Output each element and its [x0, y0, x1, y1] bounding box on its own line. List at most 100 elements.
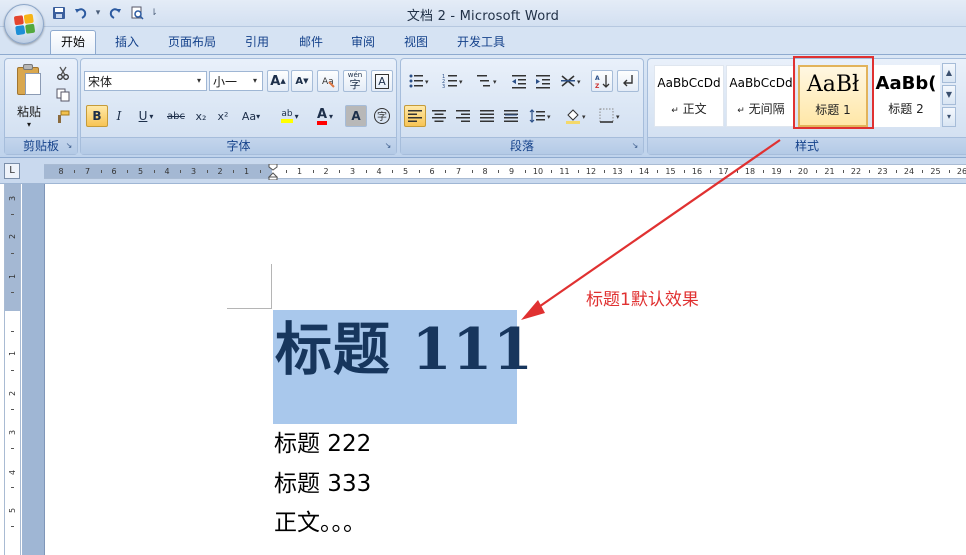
- paste-button[interactable]: 粘贴 ▾: [9, 61, 49, 135]
- shrink-font-label: A: [295, 75, 304, 87]
- change-case-button[interactable]: Aa ▾: [235, 105, 267, 127]
- align-center-icon: [432, 110, 446, 122]
- ruler-number: 15: [665, 167, 676, 176]
- ruler-tick: [100, 170, 102, 173]
- tab-page-layout[interactable]: 页面布局: [157, 30, 227, 54]
- align-left-icon: [408, 110, 422, 122]
- shading-button[interactable]: ▾: [561, 105, 593, 127]
- underline-button[interactable]: U ▾: [131, 105, 161, 127]
- tab-view[interactable]: 视图: [393, 30, 439, 54]
- ruler-tick: [948, 170, 950, 173]
- gallery-scroll-down-icon[interactable]: ▼: [942, 85, 956, 105]
- ruler-number: 26: [956, 167, 966, 176]
- style-heading-2[interactable]: AaBb( 标题 2: [872, 65, 940, 127]
- sort-button[interactable]: AZ: [591, 70, 613, 92]
- body-line-3[interactable]: 标题 333: [274, 469, 371, 499]
- ruler-tick: [206, 170, 208, 173]
- ruler-number: 3: [190, 167, 197, 176]
- gallery-more-icon[interactable]: ▾: [942, 107, 956, 127]
- bold-label: B: [92, 109, 102, 123]
- superscript-button[interactable]: x²: [213, 105, 233, 127]
- subscript-button[interactable]: x₂: [191, 105, 211, 127]
- strikethrough-button[interactable]: abc: [163, 105, 189, 127]
- multilevel-list-button[interactable]: ▾: [472, 70, 504, 92]
- font-name-combo[interactable]: 宋体 ▾: [84, 71, 207, 91]
- ruler-number: 7: [84, 167, 91, 176]
- decrease-indent-icon: [512, 75, 526, 89]
- borders-button[interactable]: ▾: [595, 105, 627, 127]
- clear-format-button[interactable]: Aa: [317, 70, 339, 92]
- justify-icon: [480, 110, 494, 122]
- font-color-button[interactable]: A ▾: [309, 105, 341, 127]
- ruler-tick: [418, 170, 420, 173]
- distributed-button[interactable]: [500, 105, 522, 127]
- chinese-layout-icon: ▾: [561, 75, 581, 87]
- style-no-spacing[interactable]: AaBbCcDd ↵ 无间隔: [726, 65, 796, 127]
- svg-text:3: 3: [442, 84, 445, 89]
- tab-references[interactable]: 引用: [234, 30, 280, 54]
- tab-review[interactable]: 审阅: [340, 30, 386, 54]
- tab-mailings[interactable]: 邮件: [288, 30, 334, 54]
- office-button[interactable]: [4, 4, 44, 44]
- styles-group-label: 样式: [648, 137, 966, 154]
- align-left-button[interactable]: [404, 105, 426, 127]
- line-spacing-button[interactable]: ▾: [526, 105, 556, 127]
- shrink-font-button[interactable]: A ▼: [291, 70, 313, 92]
- increase-indent-button[interactable]: [532, 70, 554, 92]
- underline-label: U: [138, 109, 148, 123]
- align-center-button[interactable]: [428, 105, 450, 127]
- show-marks-button[interactable]: [617, 70, 639, 92]
- bold-button[interactable]: B: [86, 105, 108, 127]
- gallery-scroll-up-icon[interactable]: ▲: [942, 63, 956, 83]
- tab-selector-icon[interactable]: L: [4, 163, 20, 179]
- chinese-layout-button[interactable]: ▾: [556, 70, 588, 92]
- italic-button[interactable]: I: [109, 105, 129, 127]
- font-size-combo[interactable]: 小一 ▾: [209, 71, 263, 91]
- paragraph-launcher-icon[interactable]: ↘: [630, 141, 640, 151]
- bullets-button[interactable]: ▾: [404, 70, 436, 92]
- svg-text:▾: ▾: [577, 78, 581, 86]
- style-no-spacing-name: 无间隔: [748, 102, 785, 116]
- ruler-number: 24: [903, 167, 915, 176]
- body-line-2[interactable]: 标题 222: [274, 429, 371, 459]
- format-painter-icon[interactable]: [53, 107, 73, 127]
- char-border-button[interactable]: A: [371, 70, 393, 92]
- ruler-number: 4: [164, 167, 170, 176]
- clipboard-launcher-icon[interactable]: ↘: [64, 141, 74, 151]
- vertical-ruler[interactable]: 3 2 1 1 2 3 4 5: [4, 184, 21, 555]
- char-shading-button[interactable]: A: [345, 105, 367, 127]
- tab-home[interactable]: 开始: [50, 30, 97, 54]
- align-right-button[interactable]: [452, 105, 474, 127]
- indent-marker-icon[interactable]: [268, 164, 278, 180]
- highlight-button[interactable]: ab ▾: [273, 105, 307, 127]
- vertical-ruler-number: 4: [8, 469, 17, 476]
- style-heading-1[interactable]: AaBł 标题 1: [798, 65, 868, 127]
- phonetic-guide-button[interactable]: wén 字: [343, 70, 367, 92]
- cut-icon[interactable]: [53, 63, 73, 83]
- ruler-tick: [11, 253, 14, 254]
- ruler-tick: [312, 170, 314, 173]
- justify-button[interactable]: [476, 105, 498, 127]
- italic-label: I: [116, 109, 122, 123]
- numbering-button[interactable]: 1 2 3 ▾: [438, 70, 470, 92]
- style-normal-sample: AaBbCcDd: [657, 76, 721, 90]
- borders-icon: ▾: [599, 108, 620, 123]
- font-size-dropdown-icon[interactable]: ▾: [250, 74, 260, 88]
- svg-text:▾: ▾: [616, 113, 620, 121]
- style-no-spacing-sample: AaBbCcDd: [729, 76, 793, 90]
- style-normal[interactable]: AaBbCcDd ↵ 正文: [654, 65, 724, 127]
- grow-font-button[interactable]: A ▲: [267, 70, 289, 92]
- horizontal-ruler[interactable]: 8 7 6 5 4 3 2 1 1 2 3 4 5 6 7 8 9 10 11 12 13 14 15 16 17 18 19 20 2…: [44, 164, 966, 180]
- grow-font-label: A: [270, 73, 281, 89]
- tab-developer[interactable]: 开发工具: [446, 30, 516, 54]
- heading-1-text[interactable]: 标题 111: [275, 312, 534, 388]
- decrease-indent-button[interactable]: [508, 70, 530, 92]
- tab-insert[interactable]: 插入: [104, 30, 150, 54]
- enclose-char-button[interactable]: 字: [371, 105, 393, 127]
- title-bar: ▾ ⇂ 文档 2 - Microsoft Word: [0, 0, 966, 27]
- style-heading-1-sample: AaBł: [806, 71, 860, 97]
- body-line-4[interactable]: 正文。。。: [274, 508, 366, 538]
- font-name-dropdown-icon[interactable]: ▾: [194, 74, 204, 88]
- copy-icon[interactable]: [53, 85, 73, 105]
- font-launcher-icon[interactable]: ↘: [383, 141, 393, 151]
